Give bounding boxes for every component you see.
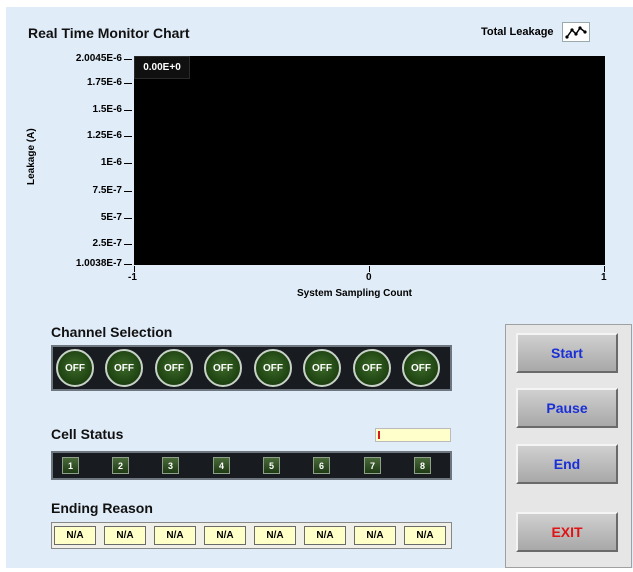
ending-reason-4: N/A: [204, 526, 246, 545]
cell-status-label: Cell Status: [51, 426, 124, 442]
y-tick-label: 5E-7: [100, 212, 122, 223]
y-tick-mark: [124, 191, 132, 192]
y-tick-mark: [124, 110, 132, 111]
y-tick-mark: [124, 136, 132, 137]
x-axis-label: System Sampling Count: [297, 288, 413, 299]
ending-reason-label: Ending Reason: [51, 500, 153, 516]
y-tick-mark: [124, 264, 132, 265]
x-tick-label: 1: [601, 272, 607, 283]
y-axis-label: Leakage (A): [26, 128, 37, 185]
legend-label: Total Leakage: [481, 26, 554, 38]
channel-selection-label: Channel Selection: [51, 324, 173, 340]
y-tick-mark: [124, 163, 132, 164]
chart-title: Real Time Monitor Chart: [28, 25, 190, 41]
y-tick-mark: [124, 218, 132, 219]
y-tick-mark: [124, 83, 132, 84]
y-tick-label: 1E-6: [100, 157, 122, 168]
y-tick-label: 2.0045E-6: [75, 53, 122, 64]
x-tick-label: -1: [128, 272, 137, 283]
ending-reason-3: N/A: [154, 526, 196, 545]
channel-2-toggle[interactable]: OFF: [105, 349, 143, 387]
y-tick-label: 1.0038E-7: [75, 258, 122, 269]
cell-4-indicator: 4: [213, 457, 230, 474]
ending-reason-2: N/A: [104, 526, 146, 545]
ending-reason-5: N/A: [254, 526, 296, 545]
channel-6-toggle[interactable]: OFF: [303, 349, 341, 387]
progress-bar-fill: [378, 431, 380, 439]
ending-reason-6: N/A: [304, 526, 346, 545]
cell-2-indicator: 2: [112, 457, 129, 474]
cursor-readout: 0.00E+0: [134, 56, 190, 79]
y-tick-label: 7.5E-7: [92, 185, 122, 196]
channel-7-toggle[interactable]: OFF: [353, 349, 391, 387]
y-tick-label: 1.75E-6: [86, 77, 122, 88]
cell-8-indicator: 8: [414, 457, 431, 474]
x-tick-label: 0: [366, 272, 372, 283]
cell-3-indicator: 3: [162, 457, 179, 474]
channel-8-toggle[interactable]: OFF: [402, 349, 440, 387]
channel-1-toggle[interactable]: OFF: [56, 349, 94, 387]
cell-6-indicator: 6: [313, 457, 330, 474]
cell-1-indicator: 1: [62, 457, 79, 474]
ending-reason-7: N/A: [354, 526, 396, 545]
chart-plot-area[interactable]: [134, 56, 605, 265]
y-tick-label: 1.25E-6: [86, 130, 122, 141]
start-button[interactable]: Start: [516, 333, 618, 373]
exit-button[interactable]: EXIT: [516, 512, 618, 552]
y-tick-mark: [124, 244, 132, 245]
cell-5-indicator: 5: [263, 457, 280, 474]
y-tick-label: 1.5E-6: [92, 104, 122, 115]
legend-plot-style-icon[interactable]: [561, 22, 590, 42]
channel-4-toggle[interactable]: OFF: [204, 349, 242, 387]
ending-reason-8: N/A: [404, 526, 446, 545]
channel-5-toggle[interactable]: OFF: [254, 349, 292, 387]
channel-3-toggle[interactable]: OFF: [155, 349, 193, 387]
cell-7-indicator: 7: [364, 457, 381, 474]
ending-reason-1: N/A: [54, 526, 96, 545]
chart-legend[interactable]: Total Leakage: [481, 21, 590, 43]
pause-button[interactable]: Pause: [516, 388, 618, 428]
y-tick-label: 2.5E-7: [92, 238, 122, 249]
end-button[interactable]: End: [516, 444, 618, 484]
y-tick-mark: [124, 59, 132, 60]
cell-status-progress-bar: [375, 428, 451, 442]
